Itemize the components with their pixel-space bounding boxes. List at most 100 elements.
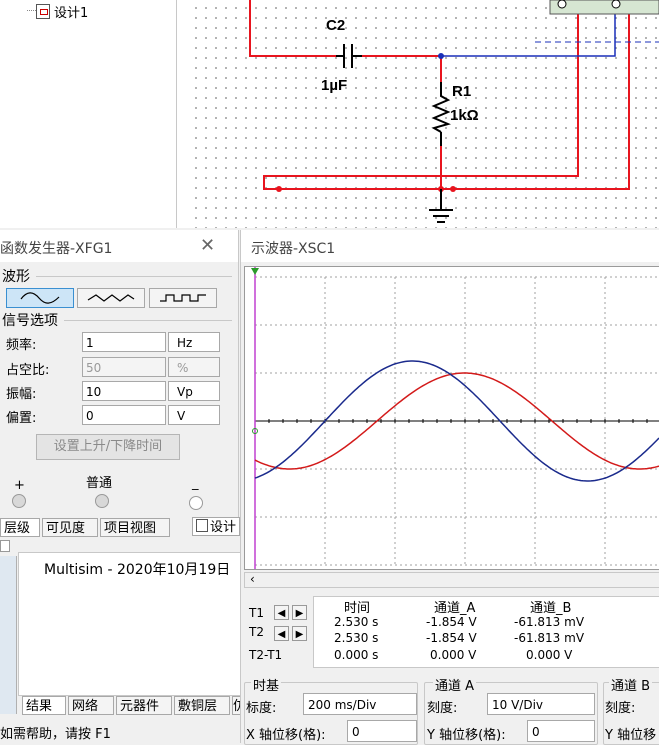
tab-hierarchy[interactable]: 层级 (0, 518, 40, 537)
tab-results[interactable]: 结果 (22, 696, 66, 715)
resistor-r1[interactable] (431, 82, 451, 146)
message-text: Multisim - 2020年10月19日 (44, 562, 231, 578)
header-channel-a: 通道_A (434, 601, 476, 616)
design-toolbox-tree: 设计1 (0, 0, 189, 228)
x-position-input[interactable]: 0 (347, 720, 417, 742)
square-wave-button[interactable] (149, 288, 217, 308)
triangle-wave-icon (87, 294, 135, 302)
panel-pin-icon[interactable] (0, 540, 10, 552)
duty-cycle-unit: % (168, 357, 220, 377)
tree-scroll-edge (176, 0, 177, 228)
design-file-icon (36, 4, 50, 19)
frequency-unit-select[interactable]: Hz (168, 332, 220, 352)
header-time: 时间 (344, 601, 371, 616)
cursor-diff-label: T2-T1 (249, 648, 283, 662)
tab-project-view[interactable]: 项目视图 (100, 518, 170, 537)
y-position-input[interactable]: 0 (527, 720, 595, 742)
diff-time: 0.000 s (334, 648, 379, 662)
tree-item-design1[interactable]: 设计1 (36, 2, 88, 21)
x-position-label: X 轴位移(格): (246, 728, 326, 743)
channel-a-scale-label: 刻度: (427, 701, 458, 716)
t1-time: 2.530 s (334, 615, 379, 629)
channel-b-y-position-label: Y 轴位移 (605, 728, 657, 743)
tree-connector (27, 10, 36, 11)
frequency-label: 频率: (6, 338, 37, 353)
oscilloscope-symbol[interactable] (549, 0, 659, 15)
group-divider (64, 320, 232, 321)
scope-terminal-a[interactable] (557, 0, 567, 9)
t2-channel-b: -61.813 mV (514, 631, 585, 645)
status-bar: 如需帮助，请按 F1 (0, 726, 242, 743)
tab-design-label: 设计 (210, 520, 237, 535)
t1-left-arrow-button[interactable]: ◀ (274, 605, 289, 620)
tab-copper-layers[interactable]: 敷铜层 (174, 696, 230, 715)
amplitude-unit-select[interactable]: Vp (168, 381, 220, 401)
duty-cycle-label: 占空比: (6, 363, 50, 378)
tab-visibility[interactable]: 可见度 (42, 518, 98, 537)
terminal-minus-label: _ (192, 476, 199, 491)
wire-red[interactable] (249, 0, 630, 190)
ground-symbol[interactable] (429, 189, 453, 223)
t2-time: 2.530 s (334, 631, 379, 645)
spreadsheet-side-strip[interactable] (0, 556, 17, 714)
cursor-t1-handle[interactable] (251, 268, 259, 275)
tree-item-label: 设计1 (54, 6, 89, 21)
cursor-t2-label: T2 (249, 625, 264, 639)
osc-titlebar[interactable]: 示波器-XSC1 (241, 230, 659, 262)
t2-right-arrow-button[interactable]: ▶ (292, 626, 307, 641)
scope-terminal-b[interactable] (611, 0, 621, 9)
offset-input[interactable]: 0 (82, 405, 166, 425)
timebase-scale-input[interactable]: 200 ms/Div (303, 693, 417, 715)
terminal-plus[interactable] (12, 494, 26, 508)
timebase-title: 时基 (251, 675, 282, 694)
frequency-input[interactable]: 1 (82, 332, 166, 352)
scroll-left-icon[interactable]: ‹ (250, 572, 255, 586)
scope-grid (254, 276, 659, 566)
t1-channel-b: -61.813 mV (514, 615, 585, 629)
scope-horizontal-scrollbar[interactable]: ‹ (244, 572, 659, 588)
terminal-common-label: 普通 (86, 476, 113, 491)
schematic-canvas[interactable]: C2 1µF R1 1kΩ (188, 0, 659, 228)
tab-components[interactable]: 元器件 (116, 696, 172, 715)
t1-right-arrow-button[interactable]: ▶ (292, 605, 307, 620)
cursor-t1-label: T1 (249, 606, 264, 620)
channel-a-scale-input[interactable]: 10 V/Div (487, 693, 595, 715)
amplitude-input[interactable]: 10 (82, 381, 166, 401)
sine-wave-button[interactable] (6, 288, 74, 308)
terminal-minus[interactable] (189, 496, 203, 510)
set-rise-fall-time-button: 设置上升/下降时间 (36, 434, 180, 460)
t1-channel-a: -1.854 V (426, 615, 477, 629)
duty-cycle-input: 50 (82, 357, 166, 377)
capacitor-c2[interactable] (336, 44, 362, 68)
tab-nets[interactable]: 网络 (68, 696, 114, 715)
junction-dot (276, 186, 282, 192)
scope-display[interactable] (244, 266, 659, 570)
close-icon[interactable]: ✕ (200, 235, 215, 256)
schematic-drawing: C2 1µF R1 1kΩ (249, 0, 659, 223)
function-generator-window: 函数发生器-XFG1 ✕ 波形 信号选项 频率: 1 Hz 占空比: 50 % … (0, 230, 239, 520)
t2-left-arrow-button[interactable]: ◀ (274, 626, 289, 641)
junction-dot (450, 186, 456, 192)
header-channel-b: 通道_B (530, 601, 572, 616)
square-wave-icon (160, 294, 206, 302)
capacitor-value: 1µF (321, 77, 347, 94)
diff-channel-b: 0.000 V (526, 648, 573, 662)
y-position-label: Y 轴位移(格): (427, 728, 506, 743)
oscilloscope-window: 示波器-XSC1 ‹ T1 ◀ ▶ T2 ◀ ▶ T2-T1 时间 通道_A 通… (240, 230, 659, 745)
tab-design[interactable]: 设计 (192, 517, 240, 536)
channel-b-scale-label: 刻度: (605, 701, 636, 716)
timebase-scale-label: 标度: (246, 701, 277, 716)
fg-titlebar[interactable]: 函数发生器-XFG1 ✕ (0, 230, 238, 262)
waveform-group-title: 波形 (2, 269, 30, 285)
scope-plot (251, 267, 659, 569)
triangle-wave-button[interactable] (77, 288, 145, 308)
sine-wave-icon (20, 292, 60, 304)
junction-dot (438, 53, 444, 59)
signal-options-title: 信号选项 (2, 313, 58, 329)
osc-title: 示波器-XSC1 (251, 241, 336, 257)
offset-unit-select[interactable]: V (168, 405, 220, 425)
message-area: Multisim - 2020年10月19日 (18, 552, 244, 696)
terminal-plus-label: + (14, 478, 25, 493)
fg-title: 函数发生器-XFG1 (0, 241, 113, 257)
terminal-common[interactable] (95, 494, 109, 508)
